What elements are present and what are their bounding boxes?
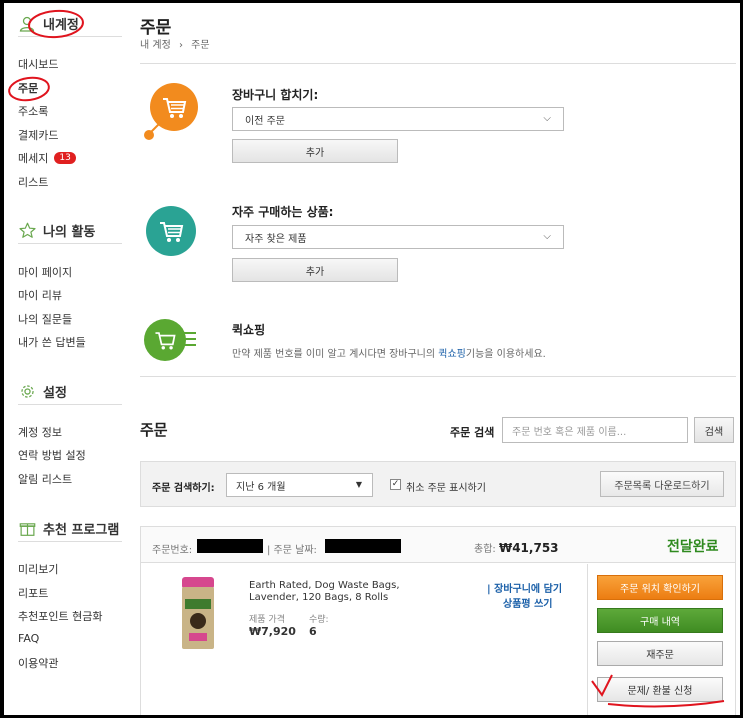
activity-section-header: 나의 활동 [18,218,122,244]
frequent-items-selected: 자주 찾은 제품 [245,233,307,245]
order-filter-bar: 주문 검색하기: 지난 6 개월 ▼ ✓ 취소 주문 표시하기 주문목록 다운로… [140,461,736,507]
sidebar-item-my-questions[interactable]: 나의 질문들 [18,311,72,327]
cart-icon [146,206,196,256]
sidebar: 내계정 대시보드 주문 주소록 결제카드 메세지 13 리스트 나의 활동 마이… [4,3,126,715]
sidebar-item-terms[interactable]: 이용약관 [18,655,58,671]
quantity-value: 6 [309,625,317,638]
connector-dot-icon [144,122,161,140]
show-cancelled-checkbox[interactable]: ✓ [390,479,401,490]
sidebar-item-preview[interactable]: 미리보기 [18,561,58,577]
settings-section-header: 설정 [18,379,122,405]
activity-section-title: 나의 활동 [43,225,96,240]
account-section-title: 내계정 [43,18,79,33]
speed-lines-icon [182,332,196,346]
quick-shop-desc-text: 만약 제품 번호를 이미 알고 계시다면 장바구니의 [232,349,439,360]
sidebar-item-my-reviews[interactable]: 마이 리뷰 [18,287,62,303]
breadcrumb-home[interactable]: 내 계정 [140,40,171,51]
settings-section-title: 설정 [43,386,67,401]
frequent-items-label: 자주 구매하는 상품: [232,205,334,219]
chevron-down-icon: ⌵ [543,231,551,242]
sidebar-item-alert-list[interactable]: 알림 리스트 [18,471,72,487]
main-content: 주문 내 계정 › 주문 장바구니 합치기: 이전 주문 ⌵ 추가 자주 구매하… [140,3,740,715]
breadcrumb-current: 주문 [191,40,210,51]
sidebar-item-report[interactable]: 리포트 [18,585,48,601]
add-to-cart-link[interactable]: | 장바구니에 담기 [487,580,562,595]
sidebar-item-messages[interactable]: 메세지 13 [18,150,76,166]
page: 내계정 대시보드 주문 주소록 결제카드 메세지 13 리스트 나의 활동 마이… [4,3,740,715]
frequent-items-add-button[interactable]: 추가 [232,258,398,282]
filter-label: 주문 검색하기: [152,483,215,494]
order-header: 주문번호: | 주문 날짜: 총합: ₩41,753 전달완료 [141,527,735,563]
user-icon [18,15,36,33]
redacted-order-date [325,539,401,553]
product-image[interactable] [181,577,215,651]
divider [587,564,588,715]
product-name[interactable]: Earth Rated, Dog Waste Bags, Lavender, 1… [249,580,449,604]
divider [140,376,736,377]
referral-section-header: 추천 프로그램 [18,516,122,542]
breadcrumb-separator: › [178,40,183,51]
page-title: 주문 [140,18,172,38]
orders-section-title: 주문 [140,421,168,439]
sidebar-item-faq[interactable]: FAQ [18,632,39,645]
gear-icon [18,383,36,401]
merge-cart-label: 장바구니 합치기: [232,88,319,102]
gift-icon [18,520,36,538]
order-search-input[interactable]: 주문 번호 혹은 제품 이름... [502,417,688,443]
merge-cart-select[interactable]: 이전 주문 ⌵ [232,107,564,131]
referral-section-title: 추천 프로그램 [43,523,120,538]
sidebar-item-label: 메세지 [18,152,49,165]
order-status: 전달완료 [667,539,719,555]
message-count-badge: 13 [54,152,76,164]
period-selected: 지난 6 개월 [236,481,286,493]
order-total-value: ₩41,753 [498,541,559,555]
quick-shop-description: 만약 제품 번호를 이미 알고 계시다면 장바구니의 퀵쇼핑기능을 이용하세요. [232,345,546,360]
quick-shop-desc-text-end: 기능을 이용하세요. [465,349,546,360]
quick-shop-label: 퀵쇼핑 [232,323,266,337]
sidebar-item-orders[interactable]: 주문 [18,80,38,96]
refund-request-button[interactable]: 문제/ 환불 신청 [597,677,723,702]
reorder-button[interactable]: 재주문 [597,641,723,666]
order-date-label: | 주문 날짜: [267,545,317,556]
sidebar-item-payment-cards[interactable]: 결제카드 [18,127,58,143]
merge-cart-add-button[interactable]: 추가 [232,139,398,163]
caret-down-icon: ▼ [355,480,362,489]
sidebar-item-my-page[interactable]: 마이 페이지 [18,264,72,280]
order-total: 총합: ₩41,753 [474,540,559,555]
price-value: ₩7,920 [249,625,296,638]
account-section-header: 내계정 [18,11,122,37]
order-total-label: 총합: [474,544,496,555]
frequent-items-select[interactable]: 자주 찾은 제품 ⌵ [232,225,564,249]
order-number-label: 주문번호: [152,545,193,556]
sidebar-item-lists[interactable]: 리스트 [18,174,48,190]
track-order-button[interactable]: 주문 위치 확인하기 [597,575,723,600]
sidebar-item-account-info[interactable]: 계정 정보 [18,424,62,440]
divider [140,63,736,64]
sidebar-item-address-book[interactable]: 주소록 [18,103,48,119]
sidebar-item-contact-settings[interactable]: 연락 방법 설정 [18,447,86,463]
quick-shop-link[interactable]: 퀵쇼핑 [438,349,466,360]
quantity-label: 수량: [309,615,329,625]
breadcrumb: 내 계정 › 주문 [140,36,210,51]
show-cancelled-label[interactable]: 취소 주문 표시하기 [406,479,486,494]
order-search-button[interactable]: 검색 [694,417,734,443]
chevron-down-icon: ⌵ [543,113,551,124]
write-review-link[interactable]: 상품평 쓰기 [503,595,552,610]
sidebar-item-my-answers[interactable]: 내가 쓴 답변들 [18,334,86,350]
sidebar-item-cashout[interactable]: 추천포인트 현금화 [18,608,102,624]
period-select[interactable]: 지난 6 개월 ▼ [226,473,373,497]
sidebar-item-dashboard[interactable]: 대시보드 [18,56,58,72]
purchase-history-button[interactable]: 구매 내역 [597,608,723,633]
merge-cart-selected: 이전 주문 [245,115,285,127]
price-label: 제품 가격 [249,615,285,625]
download-orders-button[interactable]: 주문목록 다운로드하기 [600,471,724,497]
order-search-label: 주문 검색 [450,426,495,439]
redacted-order-number [197,539,263,553]
order-card: 주문번호: | 주문 날짜: 총합: ₩41,753 전달완료 Earth Ra… [140,526,736,715]
star-icon [18,222,36,240]
